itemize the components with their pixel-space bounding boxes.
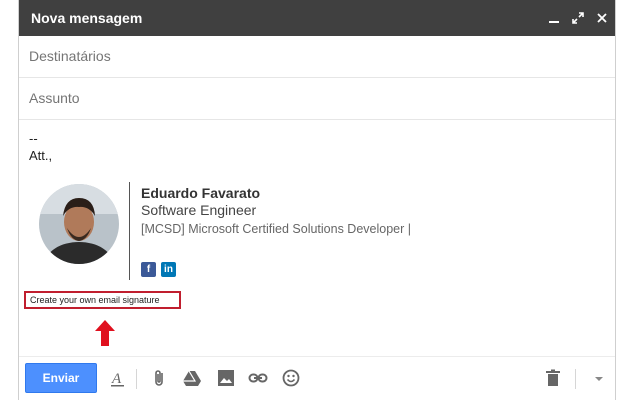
subject-field[interactable]: Assunto bbox=[19, 78, 615, 120]
facebook-icon[interactable]: f bbox=[141, 262, 156, 277]
compose-titlebar[interactable]: Nova mensagem bbox=[19, 0, 615, 36]
body-line-dashes: -- bbox=[29, 131, 38, 146]
recipients-field[interactable]: Destinatários bbox=[19, 36, 615, 78]
svg-text:A: A bbox=[111, 371, 122, 387]
signature-name: Eduardo Favarato bbox=[141, 185, 261, 201]
signature-role: Software Engineer bbox=[141, 202, 257, 218]
more-options-icon[interactable] bbox=[589, 368, 609, 388]
toolbar-separator bbox=[136, 369, 137, 389]
link-icon[interactable] bbox=[248, 368, 268, 388]
trash-icon[interactable] bbox=[543, 368, 563, 388]
linkedin-icon[interactable]: in bbox=[161, 262, 176, 277]
close-icon[interactable] bbox=[594, 10, 610, 26]
message-body[interactable]: -- Att., bbox=[29, 130, 52, 164]
compose-title: Nova mensagem bbox=[31, 10, 143, 26]
create-signature-link[interactable]: Create your own email signature bbox=[24, 291, 181, 309]
drive-icon[interactable] bbox=[182, 368, 202, 388]
subject-placeholder: Assunto bbox=[29, 90, 80, 106]
signature-divider bbox=[129, 182, 130, 280]
toolbar-separator bbox=[575, 369, 576, 389]
email-signature: Eduardo Favarato Software Engineer [MCSD… bbox=[37, 180, 457, 282]
attach-icon[interactable] bbox=[150, 368, 170, 388]
signature-certification: [MCSD] Microsoft Certified Solutions Dev… bbox=[141, 222, 412, 236]
arrow-up-icon bbox=[94, 320, 116, 346]
compose-window: Nova mensagem Destinatários Assunto -- A… bbox=[18, 0, 616, 400]
minimize-icon[interactable] bbox=[546, 10, 562, 26]
avatar bbox=[39, 184, 119, 264]
photo-icon[interactable] bbox=[216, 368, 236, 388]
send-button[interactable]: Enviar bbox=[25, 363, 97, 393]
text-format-icon[interactable]: A bbox=[108, 368, 128, 388]
compose-toolbar: Enviar A bbox=[19, 356, 615, 400]
recipients-placeholder: Destinatários bbox=[29, 48, 111, 64]
emoji-icon[interactable] bbox=[281, 368, 301, 388]
expand-icon[interactable] bbox=[570, 10, 586, 26]
body-line-greeting: Att., bbox=[29, 148, 53, 163]
